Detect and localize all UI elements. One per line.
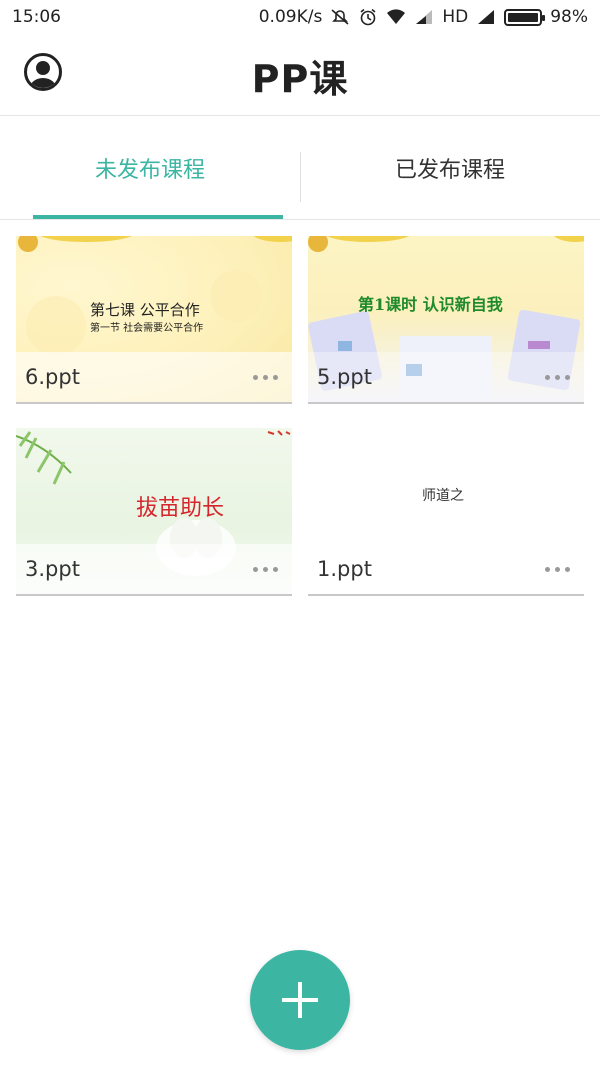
more-options-icon[interactable] [539,369,576,386]
file-name: 3.ppt [25,557,80,581]
battery-percent: 98% [550,7,588,27]
alarm-icon [360,8,376,26]
card-footer: 6.ppt [16,352,292,402]
card-footer: 1.ppt [308,544,584,594]
more-options-icon[interactable] [539,561,576,578]
mute-icon [331,9,349,25]
more-options-icon[interactable] [247,561,284,578]
file-name: 5.ppt [317,365,372,389]
network-type: HD [442,7,469,27]
app-header: PP课 [0,34,600,116]
status-bar: 15:06 0.09K/s HD 98% [0,0,600,34]
tab-label: 未发布课程 [94,157,205,183]
slide-title: 第1课时 认识新自我 [358,295,503,314]
app-title: PP课 [251,57,349,101]
slide-title: 拔苗助长 [136,496,225,521]
network-speed: 0.09K/s [258,7,323,27]
file-name: 6.ppt [25,365,80,389]
course-card[interactable]: 拔苗助长 3.ppt [16,428,292,596]
slide-title: 师道之 [422,488,464,504]
tab-divider [300,152,301,202]
tab-label: 已发布课程 [394,157,505,183]
card-footer: 3.ppt [16,544,292,594]
slide-subtitle: 第一节 社会需要公平合作 [90,323,204,334]
battery-icon [504,8,546,26]
status-time: 15:06 [12,7,61,27]
tab-bar: 未发布课程 已发布课程 [0,116,600,220]
course-card[interactable]: 师道之 1.ppt [308,428,584,596]
status-icons: 0.09K/s HD 98% [259,7,588,27]
more-options-icon[interactable] [247,369,284,386]
signal-icon [416,10,433,24]
wifi-icon [387,9,406,24]
course-card[interactable]: 第1课时 认识新自我 5.ppt [308,236,584,404]
add-course-button[interactable] [250,950,350,1050]
course-card[interactable]: 第七课 公平合作 第一节 社会需要公平合作 6.ppt [16,236,292,404]
card-footer: 5.ppt [308,352,584,402]
tab-unpublished[interactable]: 未发布课程 [0,116,300,219]
slide-title: 第七课 公平合作 [90,301,200,319]
signal-icon [478,10,495,24]
tab-indicator [33,215,283,219]
tab-published[interactable]: 已发布课程 [300,116,600,219]
file-name: 1.ppt [317,557,372,581]
